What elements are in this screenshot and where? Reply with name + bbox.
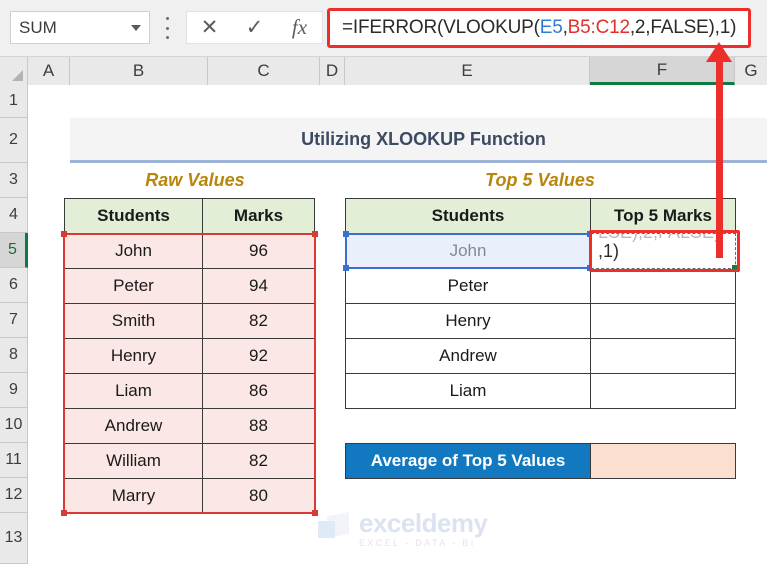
table-row[interactable]: Liam 86 (64, 373, 315, 409)
formula-input[interactable]: =IFERROR(VLOOKUP(E5, B5:C12,2,FALSE),1) (327, 8, 751, 48)
row-header-1[interactable]: 1 (0, 85, 28, 118)
raw-cell-student[interactable]: Henry (64, 338, 203, 374)
chevron-down-icon[interactable] (131, 24, 141, 31)
sheet-title: Utilizing XLOOKUP Function (70, 118, 767, 163)
table-row[interactable]: Andrew (345, 338, 736, 374)
top5-cell-student[interactable]: John (345, 233, 591, 269)
row-header-2[interactable]: 2 (0, 118, 28, 163)
column-header-g[interactable]: G (735, 57, 767, 85)
table-row[interactable]: John 96 (64, 233, 315, 269)
column-header-b[interactable]: B (70, 57, 208, 85)
row-header-10[interactable]: 10 (0, 408, 28, 443)
raw-cell-mark[interactable]: 80 (202, 478, 315, 514)
excel-window: SUM ✕ ✓ fx =IFERROR(VLOOKUP(E5, B5:C12,2,… (0, 0, 767, 564)
column-header-e[interactable]: E (345, 57, 590, 85)
enter-icon[interactable]: ✓ (235, 17, 275, 38)
row-header-6[interactable]: 6 (0, 268, 28, 303)
raw-header-marks: Marks (202, 198, 315, 234)
table-header-row: Students Top 5 Marks (345, 198, 736, 234)
raw-cell-student[interactable]: Andrew (64, 408, 203, 444)
table-row[interactable]: Henry 92 (64, 338, 315, 374)
section-label-top5-values: Top 5 Values (485, 170, 595, 190)
top5-cell-mark[interactable] (590, 303, 736, 339)
column-header-a[interactable]: A (28, 57, 70, 85)
row-header-column: 1 2 3 4 5 6 7 8 9 10 11 12 13 (0, 85, 28, 564)
annotation-arrow-head (706, 42, 732, 62)
table-row[interactable]: Smith 82 (64, 303, 315, 339)
raw-cell-student[interactable]: Liam (64, 373, 203, 409)
table-row[interactable]: William 82 (64, 443, 315, 479)
name-box[interactable]: SUM (10, 11, 150, 44)
average-value-cell[interactable] (590, 443, 736, 479)
select-all-corner[interactable] (0, 57, 28, 85)
watermark-tagline: EXCEL - DATA - BI (359, 538, 476, 548)
formula-bar-area: SUM ✕ ✓ fx =IFERROR(VLOOKUP(E5, B5:C12,2,… (0, 0, 767, 57)
table-row[interactable]: Liam (345, 373, 736, 409)
raw-cell-student[interactable]: Smith (64, 303, 203, 339)
raw-header-students: Students (64, 198, 203, 234)
raw-cell-mark[interactable]: 82 (202, 443, 315, 479)
table-row[interactable]: Andrew 88 (64, 408, 315, 444)
exceldemy-watermark: exceldemy EXCEL - DATA - BI (318, 508, 488, 548)
raw-cell-mark[interactable]: 96 (202, 233, 315, 269)
top5-cell-student[interactable]: Henry (345, 303, 591, 339)
raw-cell-student[interactable]: Marry (64, 478, 203, 514)
top5-cell-mark[interactable] (590, 338, 736, 374)
raw-cell-mark[interactable]: 92 (202, 338, 315, 374)
fill-handle[interactable] (732, 265, 739, 272)
row-header-7[interactable]: 7 (0, 303, 28, 338)
raw-cell-mark[interactable]: 82 (202, 303, 315, 339)
top5-cell-student[interactable]: Liam (345, 373, 591, 409)
section-label-raw-values: Raw Values (145, 170, 245, 190)
active-cell-text: ,1) (598, 240, 620, 261)
raw-values-table: Students Marks John 96 Peter 94 Smith 82… (64, 198, 315, 514)
table-row[interactable]: Marry 80 (64, 478, 315, 514)
row-header-3[interactable]: 3 (0, 163, 28, 198)
top5-cell-student[interactable]: Andrew (345, 338, 591, 374)
raw-cell-student[interactable]: William (64, 443, 203, 479)
column-header-c[interactable]: C (208, 57, 320, 85)
column-header-row: A B C D E F G (0, 57, 767, 85)
top5-cell-mark[interactable] (590, 373, 736, 409)
row-header-8[interactable]: 8 (0, 338, 28, 373)
worksheet-grid: Utilizing XLOOKUP Function Raw Values To… (28, 85, 767, 564)
table-row[interactable]: Peter (345, 268, 736, 304)
row-header-12[interactable]: 12 (0, 478, 28, 513)
active-cell-f5[interactable]: LSE),2,FALSE) ,1) (591, 233, 736, 269)
formula-ref-e5: E5 (539, 17, 563, 38)
formula-part-3: ,2,FALSE),1) (629, 17, 737, 38)
annotation-arrow-shaft (716, 58, 723, 258)
raw-cell-mark[interactable]: 88 (202, 408, 315, 444)
row-header-4[interactable]: 4 (0, 198, 28, 233)
raw-cell-mark[interactable]: 86 (202, 373, 315, 409)
row-header-5[interactable]: 5 (0, 233, 28, 268)
raw-cell-mark[interactable]: 94 (202, 268, 315, 304)
formula-ref-b5c12: B5:C12 (567, 17, 630, 38)
top5-header-students: Students (345, 198, 591, 234)
column-header-d[interactable]: D (320, 57, 345, 85)
top5-cell-student[interactable]: Peter (345, 268, 591, 304)
watermark-name: exceldemy (359, 508, 488, 538)
row-header-11[interactable]: 11 (0, 443, 28, 478)
average-label-cell: Average of Top 5 Values (345, 443, 591, 479)
formula-action-buttons: ✕ ✓ fx (186, 11, 323, 44)
row-header-13[interactable]: 13 (0, 513, 28, 564)
insert-function-icon[interactable]: fx (280, 17, 320, 38)
raw-cell-student[interactable]: John (64, 233, 203, 269)
active-cell-ghost-text: LSE),2,FALSE) (598, 234, 720, 243)
more-options-icon[interactable] (160, 17, 174, 39)
top5-values-table: Students Top 5 Marks John Peter Henry An… (345, 198, 736, 409)
table-header-row: Students Marks (64, 198, 315, 234)
raw-cell-student[interactable]: Peter (64, 268, 203, 304)
name-box-value: SUM (19, 17, 57, 37)
cancel-icon[interactable]: ✕ (190, 17, 230, 38)
table-row[interactable]: Peter 94 (64, 268, 315, 304)
top5-header-top5marks: Top 5 Marks (590, 198, 736, 234)
row-header-9[interactable]: 9 (0, 373, 28, 408)
table-row[interactable]: Henry (345, 303, 736, 339)
top5-cell-mark[interactable] (590, 268, 736, 304)
exceldemy-logo-icon (318, 512, 352, 546)
formula-part-1: =IFERROR(VLOOKUP( (342, 17, 540, 38)
